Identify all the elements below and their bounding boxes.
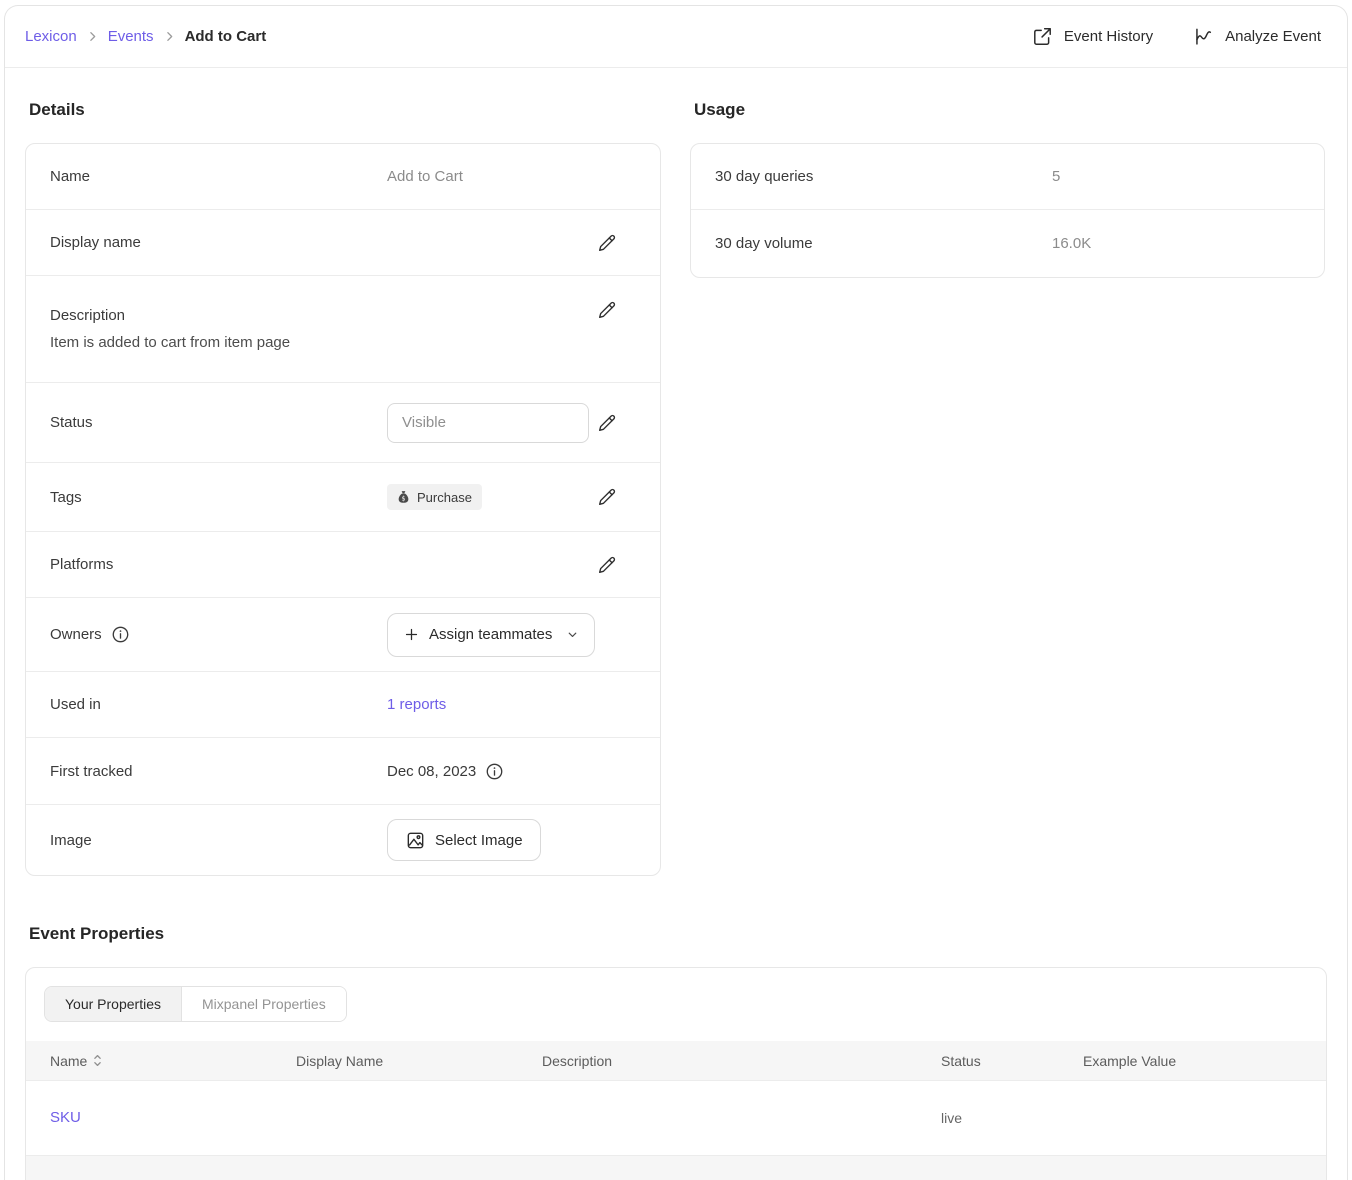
breadcrumb-events[interactable]: Events	[108, 28, 154, 45]
detail-row-status: Status	[26, 383, 660, 463]
used-in-reports-link[interactable]: 1 reports	[387, 696, 446, 713]
analyze-event-label: Analyze Event	[1225, 28, 1321, 45]
event-history-label: Event History	[1064, 28, 1153, 45]
first-tracked-value: Dec 08, 2023	[387, 763, 476, 780]
status-label: Status	[50, 414, 93, 431]
property-link-sku[interactable]: SKU	[50, 1109, 81, 1126]
usage-queries-value: 5	[1052, 168, 1060, 185]
image-label: Image	[50, 832, 92, 849]
pencil-icon	[596, 486, 618, 508]
external-link-icon	[1032, 26, 1053, 47]
detail-row-tags: Tags $ Purchase	[26, 463, 660, 532]
pencil-icon	[596, 299, 618, 321]
usage-volume-label: 30 day volume	[715, 235, 813, 252]
description-value: Item is added to cart from item page	[50, 334, 290, 351]
breadcrumb: Lexicon Events Add to Cart	[25, 28, 266, 45]
table-row[interactable]: Scroll % live	[26, 1156, 1326, 1180]
usage-volume-value: 16.0K	[1052, 235, 1091, 252]
image-icon	[405, 830, 426, 851]
used-in-label: Used in	[50, 696, 101, 713]
chevron-down-icon	[566, 628, 579, 641]
edit-display-name-button[interactable]	[596, 232, 618, 254]
platforms-label: Platforms	[50, 556, 113, 573]
pencil-icon	[596, 412, 618, 434]
usage-card: 30 day queries 5 30 day volume 16.0K	[690, 143, 1325, 278]
owners-label: Owners	[50, 626, 102, 643]
detail-row-image: Image Select Image	[26, 805, 660, 875]
sort-icon[interactable]	[92, 1053, 103, 1068]
display-name-label: Display name	[50, 234, 141, 251]
edit-status-button[interactable]	[596, 412, 618, 434]
column-header-name-label: Name	[50, 1053, 87, 1069]
column-header-name[interactable]: Name	[50, 1053, 296, 1069]
svg-text:$: $	[401, 496, 405, 503]
table-row[interactable]: SKU live	[26, 1081, 1326, 1156]
main-content: Details Name Add to Cart Display name De…	[5, 68, 1347, 1180]
select-image-button[interactable]: Select Image	[387, 819, 541, 861]
breadcrumb-lexicon[interactable]: Lexicon	[25, 28, 77, 45]
select-image-label: Select Image	[435, 832, 523, 849]
detail-row-first-tracked: First tracked Dec 08, 2023	[26, 738, 660, 805]
tag-chip-purchase[interactable]: $ Purchase	[387, 484, 482, 510]
chevron-right-icon	[163, 30, 176, 43]
edit-tags-button[interactable]	[596, 486, 618, 508]
money-bag-icon: $	[397, 490, 410, 504]
app-window: Lexicon Events Add to Cart Event History…	[4, 5, 1348, 1180]
edit-description-button[interactable]	[596, 299, 618, 321]
event-history-button[interactable]: Event History	[1032, 26, 1153, 47]
header-actions: Event History Analyze Event	[1032, 26, 1321, 47]
properties-tab-group: Your Properties Mixpanel Properties	[44, 986, 347, 1022]
event-properties-card: Your Properties Mixpanel Properties Name…	[25, 967, 1327, 1180]
first-tracked-info-icon[interactable]	[485, 762, 504, 781]
name-value: Add to Cart	[387, 168, 463, 185]
tab-mixpanel-properties[interactable]: Mixpanel Properties	[182, 987, 346, 1021]
cell-status: live	[941, 1110, 1083, 1126]
owners-info-icon[interactable]	[111, 625, 130, 644]
detail-row-owners: Owners Assign teammates	[26, 598, 660, 672]
usage-section-title: Usage	[694, 100, 1325, 120]
details-card: Name Add to Cart Display name Descriptio…	[25, 143, 661, 876]
tag-label: Purchase	[417, 490, 472, 505]
column-header-display-name[interactable]: Display Name	[296, 1053, 542, 1069]
first-tracked-label: First tracked	[50, 763, 133, 780]
name-label: Name	[50, 168, 90, 185]
analyze-event-button[interactable]: Analyze Event	[1193, 26, 1321, 47]
plus-icon	[403, 626, 420, 643]
chevron-right-icon	[86, 30, 99, 43]
top-bar: Lexicon Events Add to Cart Event History…	[5, 6, 1347, 68]
event-properties-section-title: Event Properties	[29, 924, 1327, 944]
properties-table-header: Name Display Name Description Status Exa…	[26, 1041, 1326, 1081]
detail-row-display-name: Display name	[26, 210, 660, 276]
edit-platforms-button[interactable]	[596, 554, 618, 576]
detail-row-used-in: Used in 1 reports	[26, 672, 660, 738]
detail-row-description: Description Item is added to cart from i…	[26, 276, 660, 383]
column-header-example-value[interactable]: Example Value	[1083, 1053, 1326, 1069]
detail-row-name: Name Add to Cart	[26, 144, 660, 210]
line-chart-icon	[1193, 26, 1214, 47]
status-input[interactable]	[387, 403, 589, 443]
detail-row-platforms: Platforms	[26, 532, 660, 598]
usage-row-queries: 30 day queries 5	[691, 144, 1324, 210]
tab-your-properties[interactable]: Your Properties	[45, 987, 182, 1021]
usage-row-volume: 30 day volume 16.0K	[691, 210, 1324, 277]
assign-teammates-button[interactable]: Assign teammates	[387, 613, 595, 657]
column-header-status[interactable]: Status	[941, 1053, 1083, 1069]
column-header-description[interactable]: Description	[542, 1053, 941, 1069]
usage-queries-label: 30 day queries	[715, 168, 813, 185]
pencil-icon	[596, 554, 618, 576]
description-label: Description	[50, 307, 125, 324]
pencil-icon	[596, 232, 618, 254]
tags-label: Tags	[50, 489, 82, 506]
details-section-title: Details	[29, 100, 661, 120]
assign-teammates-label: Assign teammates	[429, 626, 552, 643]
breadcrumb-current-page: Add to Cart	[185, 28, 267, 45]
